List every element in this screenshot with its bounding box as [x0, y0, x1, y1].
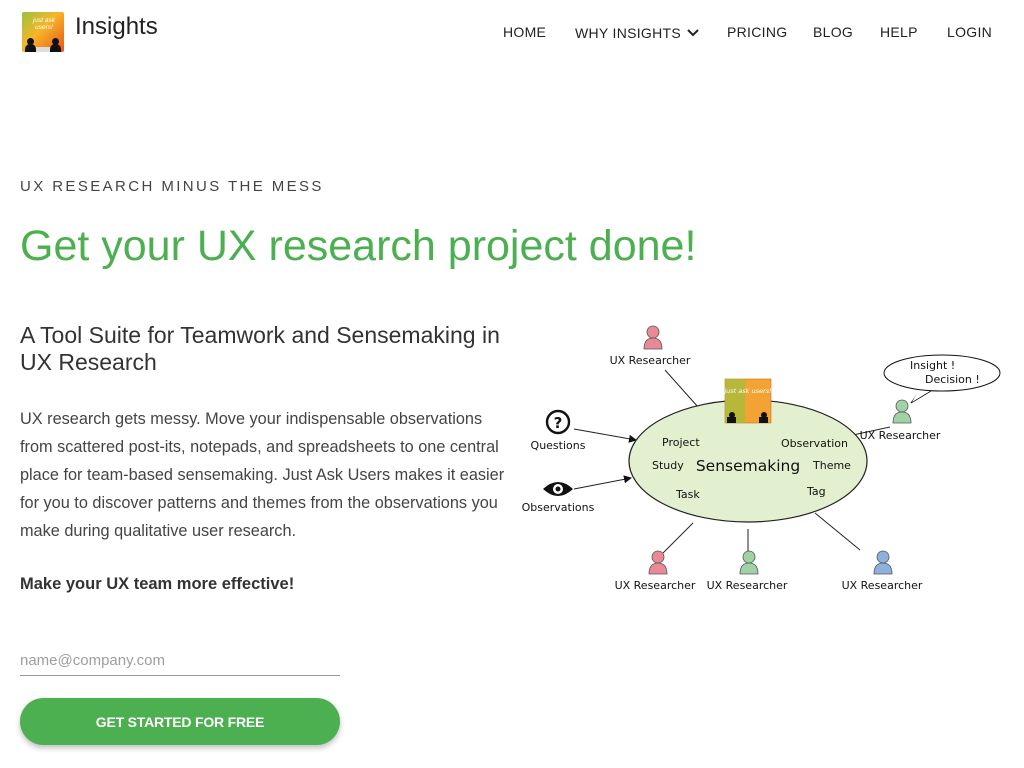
- logo[interactable]: just ask users!: [22, 12, 64, 52]
- observations-label: Observations: [522, 501, 595, 514]
- term-tag: Tag: [806, 485, 826, 498]
- nav-help[interactable]: HELP: [880, 24, 918, 40]
- logo-text: just ask users!: [32, 17, 56, 31]
- researcher-label-top: UX Researcher: [610, 354, 691, 367]
- nav-why-insights[interactable]: WHY INSIGHTS: [575, 24, 699, 41]
- term-theme: Theme: [812, 459, 851, 472]
- researcher-label-right: UX Researcher: [860, 429, 941, 442]
- question-icon: ?: [545, 409, 571, 435]
- term-project: Project: [662, 436, 700, 449]
- researcher-label-bottom-mid: UX Researcher: [707, 579, 788, 592]
- term-observation: Observation: [781, 437, 848, 450]
- sensemaking-diagram: just ask users! Project Study Task Obser…: [522, 325, 1001, 592]
- researcher-icon-right: [892, 399, 912, 424]
- intro-paragraph: UX research gets messy. Move your indisp…: [20, 410, 505, 540]
- chevron-down-icon: [687, 24, 699, 40]
- logo-person-icon: [25, 38, 36, 52]
- speech-line-1: Insight !: [910, 359, 955, 372]
- term-study: Study: [652, 459, 684, 472]
- speech-line-2: Decision !: [925, 373, 980, 386]
- term-task: Task: [675, 488, 700, 501]
- diagram-logo-text: just ask users!: [723, 387, 772, 395]
- researcher-icon-bottom-left: [648, 550, 668, 575]
- nav-why-insights-label: WHY INSIGHTS: [575, 25, 682, 41]
- eyebrow-tagline: UX RESEARCH MINUS THE MESS: [20, 178, 324, 195]
- eye-icon: [543, 482, 573, 496]
- researcher-icon-bottom-mid: [739, 550, 759, 575]
- center-label: Sensemaking: [696, 457, 800, 475]
- researcher-label-bottom-left: UX Researcher: [615, 579, 696, 592]
- svg-text:?: ?: [554, 414, 563, 432]
- get-started-button[interactable]: GET STARTED FOR FREE: [20, 698, 340, 745]
- researcher-icon-bottom-right: [873, 550, 893, 575]
- nav-blog[interactable]: BLOG: [813, 24, 853, 40]
- researcher-label-bottom-right: UX Researcher: [842, 579, 923, 592]
- logo-person-icon: [50, 38, 61, 52]
- cta-text: Make your UX team more effective!: [20, 575, 295, 593]
- email-field[interactable]: [20, 645, 340, 676]
- questions-label: Questions: [531, 439, 586, 452]
- researcher-icon-top: [643, 325, 663, 350]
- speech-bubble: Insight ! Decision !: [883, 354, 1001, 404]
- diagram-logo: just ask users!: [723, 378, 772, 424]
- page-headline: Get your UX research project done!: [20, 222, 697, 270]
- brand-name[interactable]: Insights: [75, 13, 158, 41]
- section-subheading: A Tool Suite for Teamwork and Sensemakin…: [20, 322, 500, 375]
- nav-login[interactable]: LOGIN: [947, 24, 992, 40]
- nav-home[interactable]: HOME: [503, 24, 546, 40]
- nav-pricing[interactable]: PRICING: [727, 24, 787, 40]
